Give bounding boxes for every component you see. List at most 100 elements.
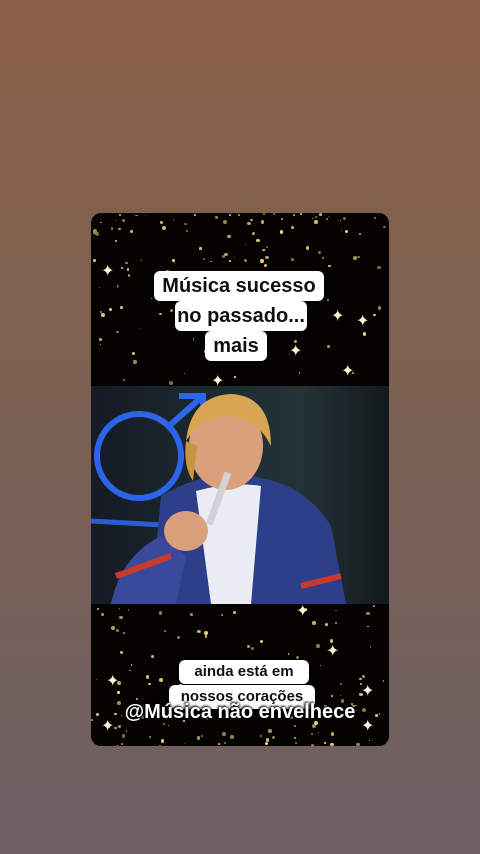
sparkle-dot xyxy=(250,647,254,650)
sparkle-dot xyxy=(201,735,203,738)
sparkle-dot xyxy=(227,234,231,238)
sparkle-dot xyxy=(260,220,264,224)
sparkle-dot xyxy=(130,664,132,666)
sparkle-dot xyxy=(342,217,347,221)
sparkle-dot xyxy=(317,251,321,255)
sparkle-dot xyxy=(145,214,147,217)
sparkle-dot xyxy=(263,249,265,251)
sparkle-dot xyxy=(224,742,226,744)
sparkle-dot xyxy=(294,725,296,727)
sparkle-dot xyxy=(136,214,138,217)
sparkle-dot xyxy=(263,264,267,268)
sparkle-dot xyxy=(330,742,334,746)
sparkle-dot xyxy=(324,742,326,744)
sparkle-star-icon: ✦ xyxy=(356,311,370,330)
sparkle-dot xyxy=(238,214,240,216)
sparkle-dot xyxy=(121,743,124,746)
sparkle-dot xyxy=(115,220,117,222)
sparkle-dot xyxy=(366,611,370,616)
sparkle-dot xyxy=(93,232,95,235)
sparkle-dot xyxy=(356,742,360,746)
sparkle-dot xyxy=(287,653,290,656)
sparkle-dot xyxy=(339,683,343,686)
story-card[interactable]: ✦ ✦ ✦ ✦ ✦ ✦ ✦ ✦ ✦ ✦ ✦ ✦ Música sucesso no passado..… xyxy=(91,213,389,746)
sparkle-dot xyxy=(159,221,163,225)
sparkle-dot xyxy=(324,622,328,626)
sparkle-dot xyxy=(122,219,126,222)
sparkle-dot xyxy=(99,221,102,224)
sparkle-dot xyxy=(164,630,167,633)
top-caption-line-1: Música sucesso xyxy=(154,271,324,301)
sparkle-dot xyxy=(116,629,119,632)
sparkle-dot xyxy=(310,744,315,746)
sparkle-dot xyxy=(158,611,163,615)
sparkle-dot xyxy=(192,338,195,340)
sparkle-dot xyxy=(330,732,335,736)
sparkle-dot xyxy=(328,265,331,268)
sparkle-dot xyxy=(291,226,294,230)
sparkle-dot xyxy=(221,732,226,737)
sparkle-dot xyxy=(204,635,207,638)
sparkle-dot xyxy=(318,213,322,216)
sparkle-dot xyxy=(264,255,269,260)
sparkle-dot xyxy=(132,352,136,356)
sparkle-dot xyxy=(327,215,330,218)
sparkle-dot xyxy=(252,231,255,235)
sparkle-dot xyxy=(159,744,162,746)
sparkle-dot xyxy=(259,734,263,738)
sparkle-dot xyxy=(117,286,119,289)
sparkle-dot xyxy=(316,644,321,648)
sparkle-star-icon: ✦ xyxy=(331,306,345,325)
sparkle-dot xyxy=(319,664,322,667)
sparkle-dot xyxy=(183,742,186,745)
sparkle-dot xyxy=(362,674,366,678)
video-scene xyxy=(91,393,346,604)
sparkle-dot xyxy=(218,742,221,745)
sparkle-dot xyxy=(193,213,196,216)
sparkle-dot xyxy=(376,265,381,270)
sparkle-dot xyxy=(340,219,342,221)
sparkle-dot xyxy=(265,246,268,249)
sparkle-dot xyxy=(265,742,269,746)
sparkle-dot xyxy=(120,267,123,269)
sparkle-dot xyxy=(204,630,208,635)
sparkle-dot xyxy=(291,258,294,261)
sparkle-dot xyxy=(339,694,342,697)
sparkle-dot xyxy=(130,230,133,234)
sparkle-dot xyxy=(185,230,189,233)
sparkle-dot xyxy=(133,360,137,364)
sparkle-dot xyxy=(125,261,128,265)
sparkle-dot xyxy=(196,736,201,740)
sparkle-dot xyxy=(167,724,169,726)
sparkle-dot xyxy=(149,736,152,739)
sparkle-dot xyxy=(300,213,302,215)
sparkle-dot xyxy=(312,724,316,729)
sparkle-dot xyxy=(119,214,121,216)
sparkle-dot xyxy=(340,229,343,232)
sparkle-dot xyxy=(93,259,96,262)
sparkle-dot xyxy=(121,734,126,738)
sparkle-dot xyxy=(162,226,166,231)
sparkle-dot xyxy=(96,679,98,681)
sparkle-dot xyxy=(120,651,124,655)
sparkle-dot xyxy=(310,732,313,735)
sparkle-dot xyxy=(315,215,318,219)
sparkle-star-icon: ✦ xyxy=(106,671,120,690)
sparkle-dot xyxy=(95,232,100,237)
sparkle-dot xyxy=(368,739,371,741)
sparkle-dot xyxy=(233,611,236,614)
sparkle-dot xyxy=(244,259,248,263)
sparkle-star-icon: ✦ xyxy=(361,681,375,700)
sparkle-dot xyxy=(298,372,301,375)
video-frame[interactable] xyxy=(91,386,389,604)
sparkle-dot xyxy=(114,239,117,242)
sparkle-dot xyxy=(119,608,121,610)
sparkle-dot xyxy=(202,257,206,261)
sparkle-star-icon: ✦ xyxy=(296,601,310,620)
sparkle-dot xyxy=(250,218,253,222)
sparkle-dot xyxy=(234,376,236,378)
sparkle-dot xyxy=(126,268,129,271)
sparkle-dot xyxy=(220,614,223,617)
sparkle-dot xyxy=(141,260,143,262)
sparkle-dot xyxy=(119,615,123,619)
